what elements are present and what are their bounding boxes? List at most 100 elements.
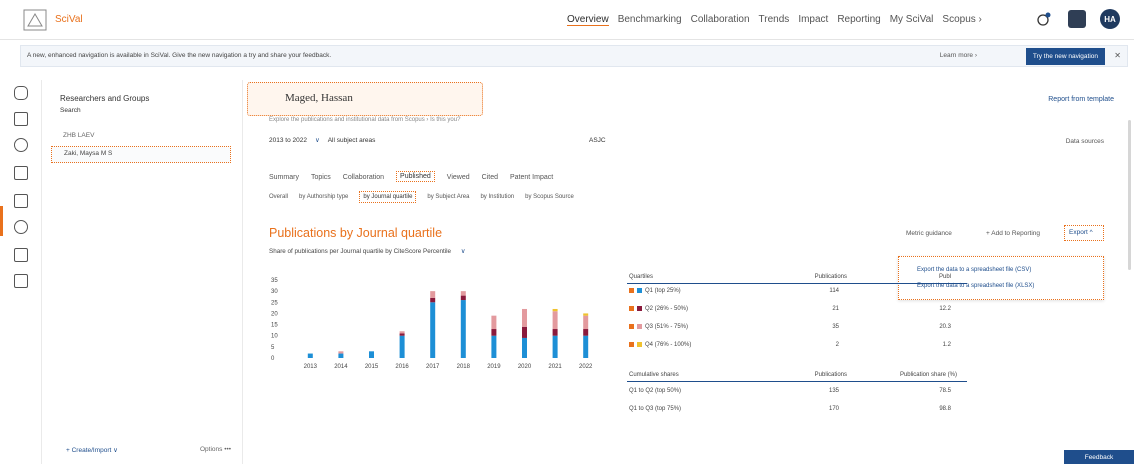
country-flag-icon[interactable]	[14, 194, 28, 208]
bar-segment[interactable]	[552, 311, 558, 330]
document-icon[interactable]	[14, 274, 28, 288]
publication-set-icon[interactable]	[14, 166, 28, 180]
column-header: Publications	[814, 274, 847, 280]
apps-grid-icon[interactable]	[1068, 10, 1086, 28]
report-from-template-link[interactable]: Report from template	[1048, 96, 1114, 103]
bar-segment[interactable]	[430, 302, 436, 358]
metric-guidance-link[interactable]: Metric guidance	[906, 230, 952, 237]
bar-segment[interactable]	[338, 353, 344, 358]
table-row[interactable]: Q1 to Q3 (top 75%) 170 98.8	[627, 402, 967, 420]
bar-segment[interactable]	[491, 329, 497, 336]
tab-cited[interactable]: Cited	[482, 174, 498, 182]
nav-collaboration[interactable]: Collaboration	[691, 14, 750, 26]
table-row[interactable]: Q4 (76% - 100%) 2 1.2	[627, 338, 967, 356]
sidebar-item[interactable]: ZHB LAEV	[63, 132, 94, 139]
bar-segment[interactable]	[583, 335, 589, 358]
chevron-down-icon[interactable]: ∨	[315, 136, 320, 144]
nav-overview[interactable]: Overview	[567, 14, 609, 26]
grid-view-icon[interactable]	[14, 248, 28, 262]
subtab-institution[interactable]: by Institution	[480, 194, 514, 203]
tab-collaboration[interactable]: Collaboration	[343, 174, 384, 182]
scrollbar[interactable]	[1128, 120, 1131, 270]
asjc-select[interactable]: ASJC	[589, 137, 606, 144]
try-new-navigation-button[interactable]: Try the new navigation	[1025, 48, 1105, 65]
bar-segment[interactable]	[583, 313, 589, 316]
bar-segment[interactable]	[491, 315, 497, 330]
bar-segment[interactable]	[583, 315, 589, 330]
add-to-reporting-link[interactable]: + Add to Reporting	[986, 230, 1040, 237]
y-tick-label: 20	[271, 311, 278, 317]
nav-reporting[interactable]: Reporting	[837, 14, 880, 26]
table-row[interactable]: Q3 (51% - 75%) 35 20.3	[627, 320, 967, 338]
subtab-authorship-type[interactable]: by Authorship type	[299, 194, 348, 203]
user-avatar[interactable]: HA	[1100, 9, 1120, 29]
bar-segment[interactable]	[552, 329, 558, 336]
tab-summary[interactable]: Summary	[269, 174, 299, 182]
bar-segment[interactable]	[522, 337, 527, 358]
bar-segment[interactable]	[522, 326, 527, 338]
y-tick-label: 10	[271, 334, 278, 340]
nav-scopus[interactable]: Scopus ›	[942, 14, 981, 26]
tab-published[interactable]: Published	[396, 171, 435, 182]
bar-segment[interactable]	[460, 291, 466, 296]
x-tick-label: 2013	[304, 364, 318, 370]
app-brand[interactable]: SciVal	[55, 14, 83, 25]
top-header: SciVal Overview Benchmarking Collaborati…	[0, 0, 1134, 40]
data-sources-link[interactable]: Data sources	[1066, 138, 1104, 145]
bar-segment[interactable]	[460, 295, 466, 301]
tab-patent-impact[interactable]: Patent Impact	[510, 174, 553, 182]
bar-segment[interactable]	[491, 335, 497, 358]
table-row[interactable]: Q1 to Q2 (top 50%) 135 78.5	[627, 384, 967, 402]
bar-segment[interactable]	[430, 291, 436, 298]
close-icon[interactable]: ✕	[1114, 51, 1121, 60]
collapse-icon[interactable]	[14, 86, 28, 100]
topic-icon[interactable]	[14, 220, 28, 234]
bar-segment[interactable]	[552, 335, 558, 358]
subtab-overall[interactable]: Overall	[269, 194, 288, 203]
bar-segment[interactable]	[552, 308, 558, 312]
nav-impact[interactable]: Impact	[798, 14, 828, 26]
year-range-select[interactable]: 2013 to 2022	[269, 137, 307, 144]
bar-segment[interactable]	[399, 335, 405, 358]
y-tick-label: 5	[271, 345, 275, 351]
bar-segment[interactable]	[369, 351, 374, 358]
learn-more-link[interactable]: Learn more ›	[940, 52, 977, 59]
nav-benchmarking[interactable]: Benchmarking	[618, 14, 682, 26]
publications-value: 2	[835, 342, 839, 348]
sidebar-search-link[interactable]: Search	[60, 107, 81, 114]
cumulative-header: Cumulative shares Publications Publicati…	[627, 368, 967, 382]
chevron-down-icon[interactable]: ∨	[461, 248, 466, 255]
bar-segment[interactable]	[338, 351, 344, 354]
export-button[interactable]: Export ^	[1064, 225, 1104, 241]
bar-segment[interactable]	[522, 308, 527, 327]
feedback-button[interactable]: Feedback	[1064, 450, 1134, 464]
create-import-button[interactable]: + Create/Import ∨	[66, 446, 118, 454]
x-tick-label: 2017	[426, 364, 440, 370]
institution-icon[interactable]	[14, 112, 28, 126]
sidebar-item-selected[interactable]: Zaki, Maysa M S	[51, 146, 231, 163]
researcher-icon[interactable]	[14, 138, 28, 152]
help-notification-icon[interactable]	[1034, 9, 1054, 29]
bar-segment[interactable]	[399, 333, 405, 336]
bar-segment[interactable]	[430, 297, 436, 303]
tab-viewed[interactable]: Viewed	[447, 174, 470, 182]
options-button[interactable]: Options •••	[200, 446, 231, 453]
nav-trends[interactable]: Trends	[759, 14, 790, 26]
bar-segment[interactable]	[399, 331, 405, 334]
table-row[interactable]: Q1 (top 25%) 114	[627, 284, 967, 302]
nav-my-scival[interactable]: My SciVal	[890, 14, 934, 26]
quartile-label: Q4 (76% - 100%)	[629, 342, 691, 348]
bar-segment[interactable]	[460, 300, 466, 358]
x-tick-label: 2018	[457, 364, 471, 370]
entity-subline[interactable]: Explore the publications and institution…	[269, 117, 460, 123]
column-header: Publ	[938, 274, 951, 280]
subject-area-select[interactable]: All subject areas	[328, 137, 376, 144]
bar-segment[interactable]	[307, 353, 313, 358]
subtab-subject-area[interactable]: by Subject Area	[427, 194, 469, 203]
subtab-journal-quartile[interactable]: by Journal quartile	[359, 191, 417, 203]
subtab-scopus-source[interactable]: by Scopus Source	[525, 194, 574, 203]
bar-segment[interactable]	[583, 329, 589, 336]
table-row[interactable]: Q2 (26% - 50%) 21 12.2	[627, 302, 967, 320]
tab-topics[interactable]: Topics	[311, 174, 331, 182]
left-rail	[0, 80, 42, 464]
